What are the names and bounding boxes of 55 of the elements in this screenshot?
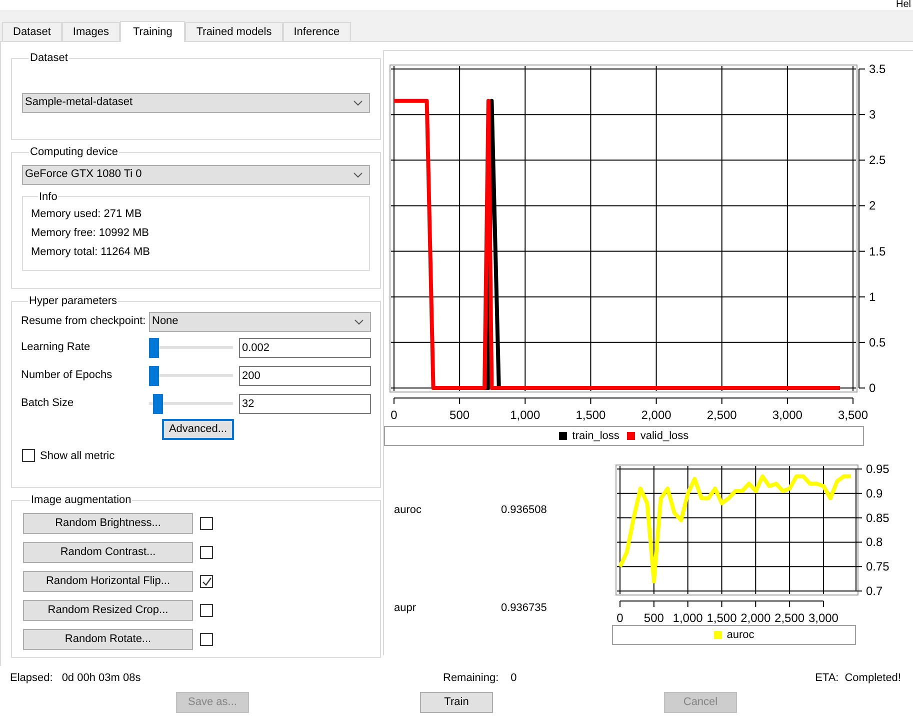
group-title: Info — [38, 190, 58, 204]
field-label: Resume from checkpoint: — [21, 314, 147, 330]
axis-label: 2,500 — [774, 611, 805, 625]
axis-label: 500 — [644, 611, 664, 625]
axis-label: 2,500 — [706, 408, 737, 422]
status-value: 0 — [510, 670, 517, 686]
axis-label: 0.7 — [866, 584, 883, 598]
legend-label: train_loss — [572, 428, 620, 444]
status-label: Elapsed: — [10, 670, 53, 686]
field-label: Learning Rate — [21, 340, 92, 356]
checkbox-label: Show all metric — [40, 448, 115, 464]
legend-label: auroc — [726, 628, 754, 643]
axis-label: 2.5 — [869, 153, 886, 168]
field-label: Batch Size — [21, 396, 75, 412]
axis-label: 0 — [390, 408, 398, 422]
metric-value: 0.936508 — [501, 503, 547, 518]
info-text: Memory total: 11264 MB — [31, 245, 152, 259]
axis-label: 1,000 — [672, 611, 703, 625]
axis-label: 0.85 — [866, 510, 890, 525]
group-title: Dataset — [29, 51, 69, 66]
metric-value: 0.936735 — [501, 600, 547, 616]
metric-name: auroc — [394, 503, 423, 518]
axis-label: 3,500 — [838, 408, 868, 422]
group-title: Hyper parameters — [28, 294, 118, 309]
status-label: Remaining: — [443, 670, 499, 686]
axis-label: 0.9 — [866, 486, 883, 500]
axis-label: 0.8 — [866, 535, 883, 550]
legend-label: valid_loss — [640, 428, 689, 444]
axis-label: 0.75 — [866, 560, 890, 574]
axis-label: 1,000 — [510, 408, 540, 422]
group-title: Computing device — [29, 145, 120, 160]
info-text: Memory free: 10992 MB — [31, 226, 150, 240]
axis-label: 0.5 — [869, 335, 886, 350]
status-value: 0d 00h 03m 08s — [62, 670, 141, 686]
axis-label: 2 — [869, 198, 876, 213]
axis-label: 1 — [869, 290, 876, 304]
axis-label: 1,500 — [576, 408, 606, 422]
axis-label: 500 — [450, 408, 470, 422]
metric-name: aupr — [394, 600, 418, 616]
status-value: Completed! — [844, 670, 901, 686]
axis-label: 3,000 — [808, 611, 838, 625]
axis-label: 1.5 — [869, 244, 886, 258]
axis-label: 3 — [869, 108, 876, 122]
axis-label: 0.95 — [866, 462, 890, 476]
axis-label: 0 — [869, 381, 876, 395]
axis-label: 3.5 — [869, 62, 886, 76]
axis-label: 3,000 — [772, 408, 802, 422]
group-title: Image augmentation — [30, 493, 132, 508]
axis-label: 0 — [616, 611, 624, 625]
field-label: Number of Epochs — [21, 368, 114, 384]
axis-label: 2,000 — [740, 611, 771, 625]
status-label: ETA: — [815, 670, 839, 686]
info-text: Memory used: 271 MB — [31, 207, 143, 221]
axis-label: 2,000 — [641, 408, 672, 422]
axis-label: 1,500 — [706, 611, 737, 625]
